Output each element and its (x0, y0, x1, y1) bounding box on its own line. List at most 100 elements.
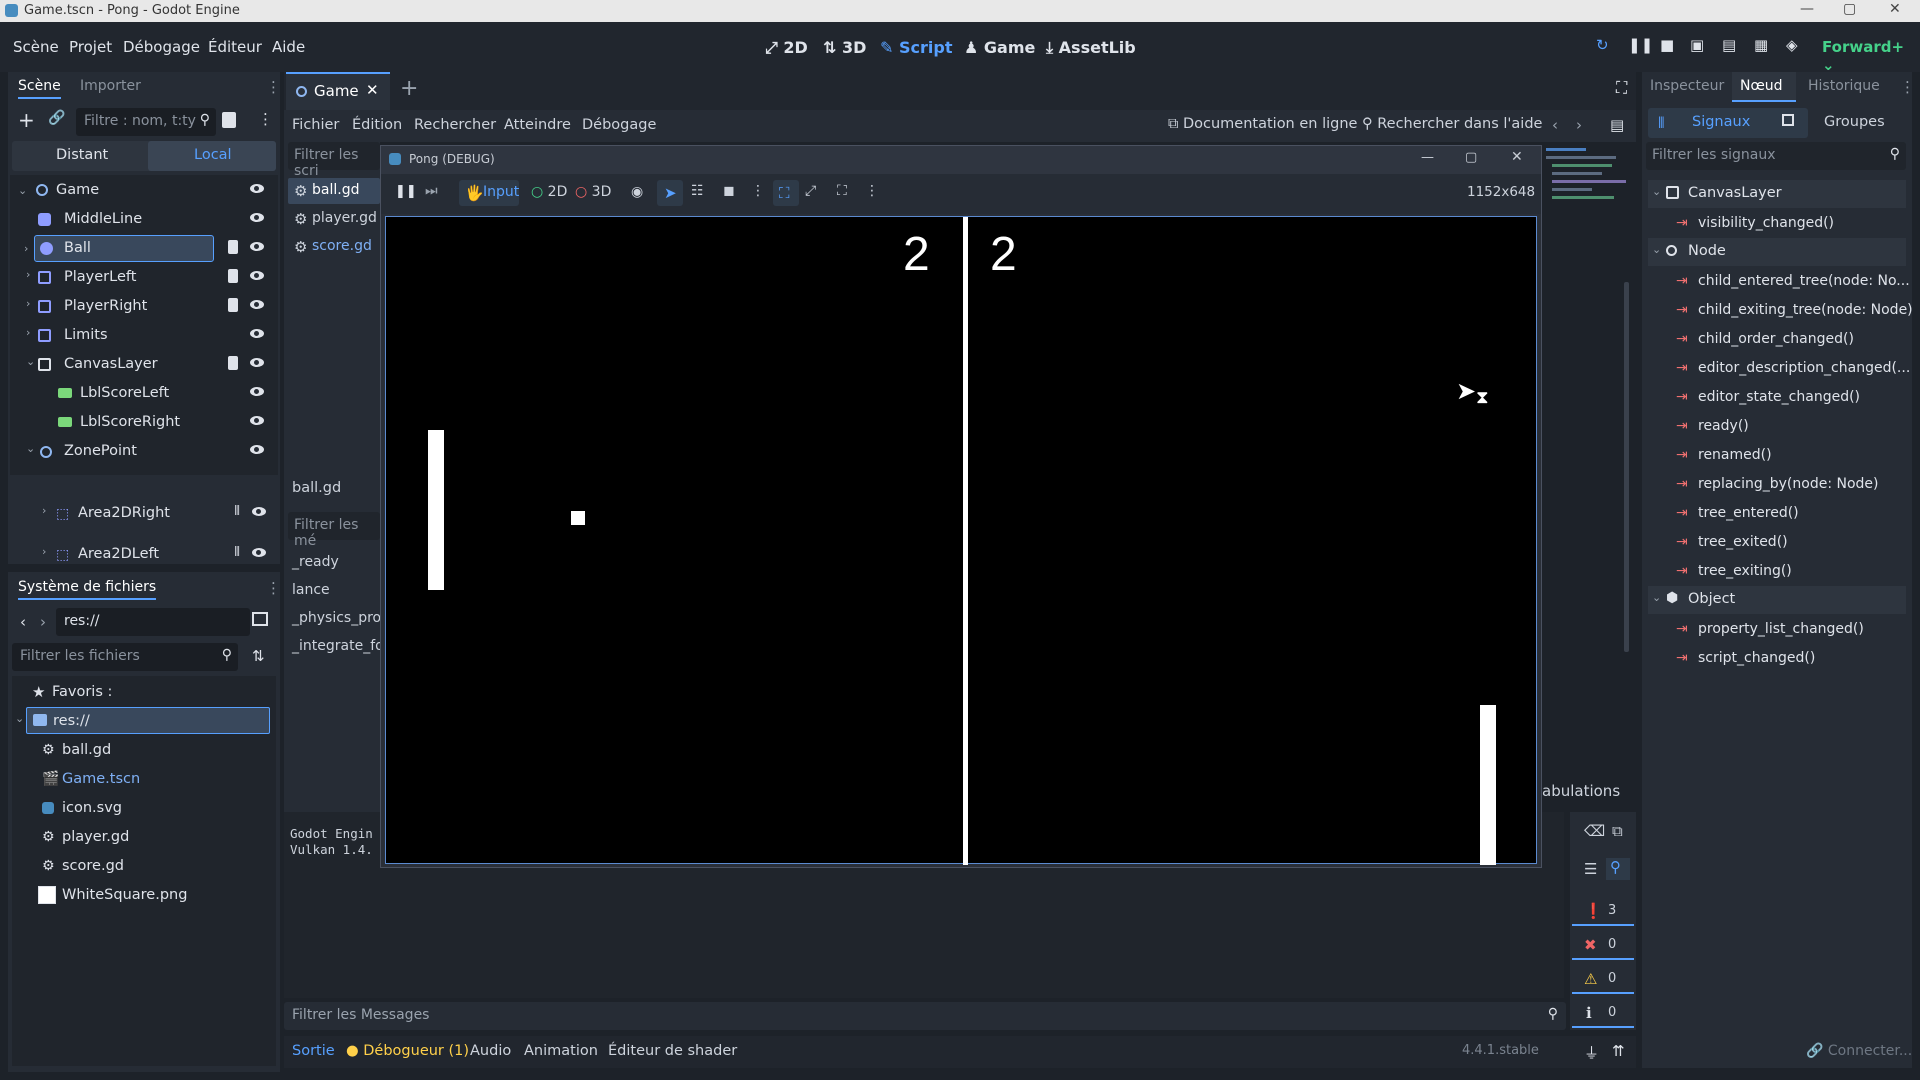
dock-menu-icon[interactable]: ⋮ (266, 78, 281, 96)
method-item[interactable]: _physics_pro (292, 610, 381, 626)
next-script-icon[interactable]: › (1576, 116, 1582, 134)
visibility-eye-icon[interactable] (250, 358, 264, 367)
visibility-eye-icon[interactable] (250, 271, 264, 280)
signal-item[interactable]: ⇥ visibility_changed() (1660, 209, 1900, 238)
game-viewport[interactable]: 2 2 ➤ ⧗ (385, 216, 1537, 865)
count-warnings-toggle[interactable]: ⚠ 0 (1572, 966, 1634, 994)
code-scrollbar[interactable] (1624, 282, 1629, 652)
script-icon[interactable] (228, 269, 238, 283)
add-tab-icon[interactable]: + (400, 76, 418, 101)
signal-section-object[interactable]: ⌄ ⬢ Object (1648, 586, 1906, 614)
maximize-button[interactable]: ▢ (1465, 150, 1477, 165)
expand-arrow-icon[interactable]: › (26, 326, 30, 339)
groups-tab[interactable]: Groupes (1824, 114, 1885, 130)
script-icon[interactable] (228, 240, 238, 254)
fs-file-player-gd[interactable]: ⚙ player.gd (16, 823, 266, 852)
mode-3d-button[interactable]: ○ 3D (575, 184, 611, 200)
scene-tab-game[interactable]: Game ✕ (286, 72, 390, 110)
tree-node-middleline[interactable]: MiddleLine (10, 206, 272, 233)
collapse-arrow-icon[interactable]: ⌄ (18, 184, 27, 197)
camera-icon[interactable]: ◼ (723, 183, 735, 199)
copy-output-icon[interactable]: ⧉ (1612, 822, 1623, 840)
visibility-eye-icon[interactable] (250, 445, 264, 454)
visibility-eye-icon[interactable] (250, 213, 264, 222)
expand-arrow-icon[interactable]: › (26, 268, 30, 281)
bottom-tab-audio[interactable]: Audio (470, 1043, 511, 1059)
attach-script-icon[interactable] (222, 112, 236, 128)
script-menu-goto[interactable]: Atteindre (504, 117, 571, 133)
workspace-script-button[interactable]: ✎ Script (880, 38, 952, 57)
scene-more-icon[interactable]: ⋮ (258, 110, 273, 128)
expand-arrow-icon[interactable]: › (24, 242, 28, 255)
count-all-toggle[interactable]: ❗ 3 (1572, 898, 1634, 926)
script-item-score[interactable]: ⚙ score.gd (288, 234, 380, 260)
tree-node-canvaslayer[interactable]: ⌄ CanvasLayer (10, 351, 272, 378)
visibility-eye-icon[interactable] (250, 242, 264, 251)
mode-2d-button[interactable]: ○ 2D (531, 184, 567, 200)
signal-item[interactable]: ⇥ renamed() (1660, 441, 1900, 470)
close-tab-icon[interactable]: ✕ (366, 81, 379, 99)
signal-item[interactable]: ⇥ tree_entered() (1660, 499, 1900, 528)
signal-item[interactable]: ⇥ tree_exiting() (1660, 557, 1900, 586)
signal-icon[interactable]: ⦀ (234, 504, 240, 519)
input-mode-button[interactable]: 🖐 Input (459, 180, 519, 206)
tree-node-lblscoreright[interactable]: LblScoreRight (10, 409, 272, 436)
close-window-button[interactable]: ✕ (1889, 1, 1901, 17)
fs-root[interactable]: ⌄ res:// (15, 707, 270, 734)
bottom-tab-shader-editor[interactable]: Éditeur de shader (608, 1043, 737, 1059)
tree-node-limits[interactable]: › Limits (10, 322, 272, 349)
tab-import[interactable]: Importer (80, 78, 141, 94)
fs-file-game-tscn[interactable]: 🎬 Game.tscn (16, 765, 266, 794)
expand-arrow-icon[interactable]: › (42, 545, 46, 558)
signal-item[interactable]: ⇥ ready() (1660, 412, 1900, 441)
script-icon[interactable] (228, 356, 238, 370)
count-info-toggle[interactable]: ℹ 0 (1572, 1000, 1634, 1028)
tab-node[interactable]: Nœud (1732, 72, 1796, 102)
fs-path-field[interactable]: res:// (56, 608, 250, 636)
collapse-arrow-icon[interactable]: ⌄ (1652, 185, 1661, 198)
dock-menu-icon[interactable]: ⋮ (266, 579, 281, 597)
more-icon[interactable]: ⋮ (865, 183, 879, 199)
tree-node-game[interactable]: ⌄ Game (10, 177, 272, 204)
tree-node-playerright[interactable]: › PlayerRight (10, 293, 272, 320)
collapse-arrow-icon[interactable]: ⌄ (1652, 591, 1661, 604)
add-node-icon[interactable]: + (18, 108, 35, 132)
output-filter-input[interactable]: Filtrer les Messages ⚲ (284, 1002, 1566, 1030)
menu-debug[interactable]: Débogage (123, 38, 200, 56)
signal-item[interactable]: ⇥ tree_exited() (1660, 528, 1900, 557)
visibility-eye-icon[interactable] (250, 300, 264, 309)
tree-node-zonepoint[interactable]: ⌄ ZonePoint (10, 438, 272, 465)
movie-icon[interactable]: ▤ (1722, 36, 1736, 54)
fs-filter-input[interactable]: Filtrer les fichiers ⚲ (12, 643, 238, 671)
tree-node-playerleft[interactable]: › PlayerLeft (10, 264, 272, 291)
forward-arrow-icon[interactable]: › (40, 613, 46, 631)
bottom-tab-animation[interactable]: Animation (524, 1043, 598, 1059)
next-frame-icon[interactable]: ⏭ (425, 183, 438, 199)
signals-filter-input[interactable]: Filtrer les signaux ⚲ (1646, 142, 1906, 170)
method-filter-input[interactable]: Filtrer les mé (288, 512, 380, 549)
fs-file-icon-svg[interactable]: icon.svg (16, 794, 266, 823)
signal-item[interactable]: ⇥ child_entered_tree(node: No... (1660, 267, 1910, 296)
scene-filter-input[interactable]: Filtre : nom, t:ty ⚲ (76, 108, 216, 136)
menu-scene[interactable]: Scène (13, 38, 59, 56)
local-tab[interactable]: Local (148, 141, 276, 171)
method-item[interactable]: _ready (292, 554, 339, 570)
bottom-tab-debugger[interactable]: ● Débogueur (1) (346, 1043, 469, 1059)
signal-item[interactable]: ⇥ replacing_by(node: Node) (1660, 470, 1900, 499)
visibility-eye-icon[interactable] (252, 548, 266, 557)
search-help-button[interactable]: ⚲ Rechercher dans l'aide (1362, 116, 1542, 132)
select-tool-button[interactable]: ➤ (657, 180, 683, 206)
dock-menu-icon[interactable]: ⋮ (1900, 78, 1915, 96)
signal-item[interactable]: ⇥ script_changed() (1660, 644, 1900, 673)
expand-bottom-panel-icon[interactable]: ⇈ (1612, 1042, 1625, 1060)
keep-aspect-button[interactable]: ⛶ (773, 180, 799, 206)
collapse-arrow-icon[interactable]: ⌄ (26, 355, 35, 368)
visibility-eye-icon[interactable]: ◉ (631, 184, 643, 200)
visibility-eye-icon[interactable] (250, 387, 264, 396)
tree-node-ball[interactable]: › Ball (10, 235, 272, 262)
filter-output-icon[interactable]: ⚲ (1606, 858, 1630, 880)
signal-section-canvaslayer[interactable]: ⌄ CanvasLayer (1648, 180, 1906, 208)
maximize-button[interactable]: ▢ (1843, 1, 1856, 17)
sort-icon[interactable]: ⇅ (252, 647, 265, 665)
online-docs-link[interactable]: ⧉ Documentation en ligne (1168, 116, 1357, 132)
